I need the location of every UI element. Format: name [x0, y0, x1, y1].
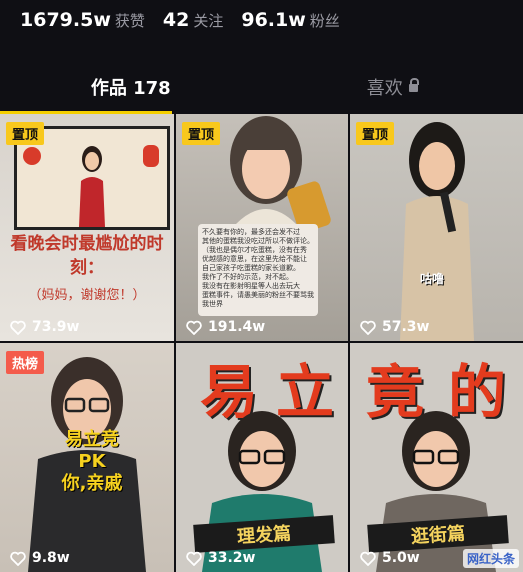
heart-icon [10, 551, 26, 566]
video-caption: 易立竞 PK 你,亲戚 [52, 429, 132, 495]
card-line: 蛋糕事件，请愚美丽的粉丝不要骂我 [202, 291, 314, 299]
caption-line: 你,亲戚 [61, 473, 123, 494]
like-count-value: 73.9w [32, 319, 80, 335]
stat-following[interactable]: 42 关注 [163, 9, 223, 31]
stat-followers[interactable]: 96.1w 粉丝 [241, 9, 339, 31]
stat-value: 42 [162, 9, 190, 31]
watermark: 网红头条 [462, 549, 519, 568]
content-tabs: 作品 178 喜欢 [0, 62, 523, 112]
like-count: 73.9w [10, 319, 79, 335]
sticker-text: 咕噜 [420, 272, 445, 286]
card-line: 我没有在影射明星等人出去玩大 [202, 282, 300, 290]
video-tile-4[interactable]: 易立竞 PK 你,亲戚 热榜 9.8w [0, 343, 174, 572]
like-count-value: 57.3w [382, 319, 430, 335]
video-tile-2[interactable]: 不久要有你的，最多还会发不过 其他的蛋糕我没吃过所以不做评论。 （我也是偶尔才吃… [176, 114, 348, 341]
woman-figure-icon [79, 146, 105, 227]
video-tile-6[interactable]: 竟 的 逛街篇 5.0w 网红头条 [350, 343, 523, 572]
like-count-value: 9.8w [32, 550, 70, 566]
video-tile-3[interactable]: 咕噜 置顶 57.3w [350, 114, 523, 341]
card-line: 我世界 [202, 300, 223, 308]
like-count-value: 33.2w [208, 550, 256, 566]
caption-line: PK [78, 451, 106, 472]
like-count-value: 191.4w [208, 319, 266, 335]
stat-value: 1679.5w [20, 9, 111, 31]
video-caption: 看晚会时最尴尬的时刻： [10, 234, 164, 278]
comment-card: 不久要有你的，最多还会发不过 其他的蛋糕我没吃过所以不做评论。 （我也是偶尔才吃… [198, 224, 318, 316]
video-subcaption: （妈妈，谢谢您！） [28, 288, 146, 303]
stat-likes-received[interactable]: 1679.5w 获赞 [20, 9, 145, 31]
tab-likes[interactable]: 喜欢 [262, 62, 523, 112]
trending-badge: 热榜 [6, 351, 45, 374]
heart-icon [186, 551, 202, 566]
video-grid: 置顶 看晚会时最尴尬的时刻： （妈妈，谢谢您！） 73.9w 不久要有你的，最多… [0, 114, 523, 572]
card-line: （我也是偶尔才吃蛋糕，没有在秀 [202, 246, 307, 254]
stat-label: 关注 [193, 12, 224, 30]
card-line: 不久要有你的，最多还会发不过 [202, 228, 300, 236]
like-count-value: 5.0w [382, 550, 420, 566]
profile-stats: 1679.5w 获赞 42 关注 96.1w 粉丝 [0, 0, 523, 40]
tab-works[interactable]: 作品 178 [0, 62, 262, 112]
caption-line: 易立竞 [65, 429, 119, 450]
heart-icon [360, 320, 376, 335]
heart-icon [360, 551, 376, 566]
tab-works-label: 作品 178 [90, 78, 171, 99]
like-count: 33.2w [186, 550, 255, 566]
tab-likes-label: 喜欢 [366, 78, 403, 99]
lock-icon [408, 78, 419, 92]
like-count: 5.0w [360, 550, 420, 566]
stat-label: 获赞 [114, 12, 145, 30]
stat-label: 粉丝 [309, 12, 340, 30]
heart-icon [10, 320, 26, 335]
pinned-badge: 置顶 [356, 122, 395, 145]
watermark-text: 网红头条 [466, 552, 515, 566]
like-count: 9.8w [10, 550, 70, 566]
card-line: 自己家孩子吃蛋糕的家长道歉。 [202, 264, 300, 272]
card-line: 其他的蛋糕我没吃过所以不做评论。 [202, 237, 314, 245]
pinned-badge: 置顶 [6, 122, 45, 145]
pinned-badge: 置顶 [182, 122, 221, 145]
woman-figure-icon [400, 122, 474, 341]
card-line: 我作了不好的示范，对不起。 [202, 273, 293, 281]
like-count: 191.4w [186, 319, 265, 335]
video-tile-1[interactable]: 置顶 看晚会时最尴尬的时刻： （妈妈，谢谢您！） 73.9w [0, 114, 174, 341]
stat-value: 96.1w [241, 9, 306, 31]
like-count: 57.3w [360, 319, 429, 335]
card-line: 优越感的意思，在这里先给不能让 [202, 255, 307, 263]
heart-icon [186, 320, 202, 335]
video-tile-5[interactable]: 易 立 理发篇 33.2w [176, 343, 348, 572]
